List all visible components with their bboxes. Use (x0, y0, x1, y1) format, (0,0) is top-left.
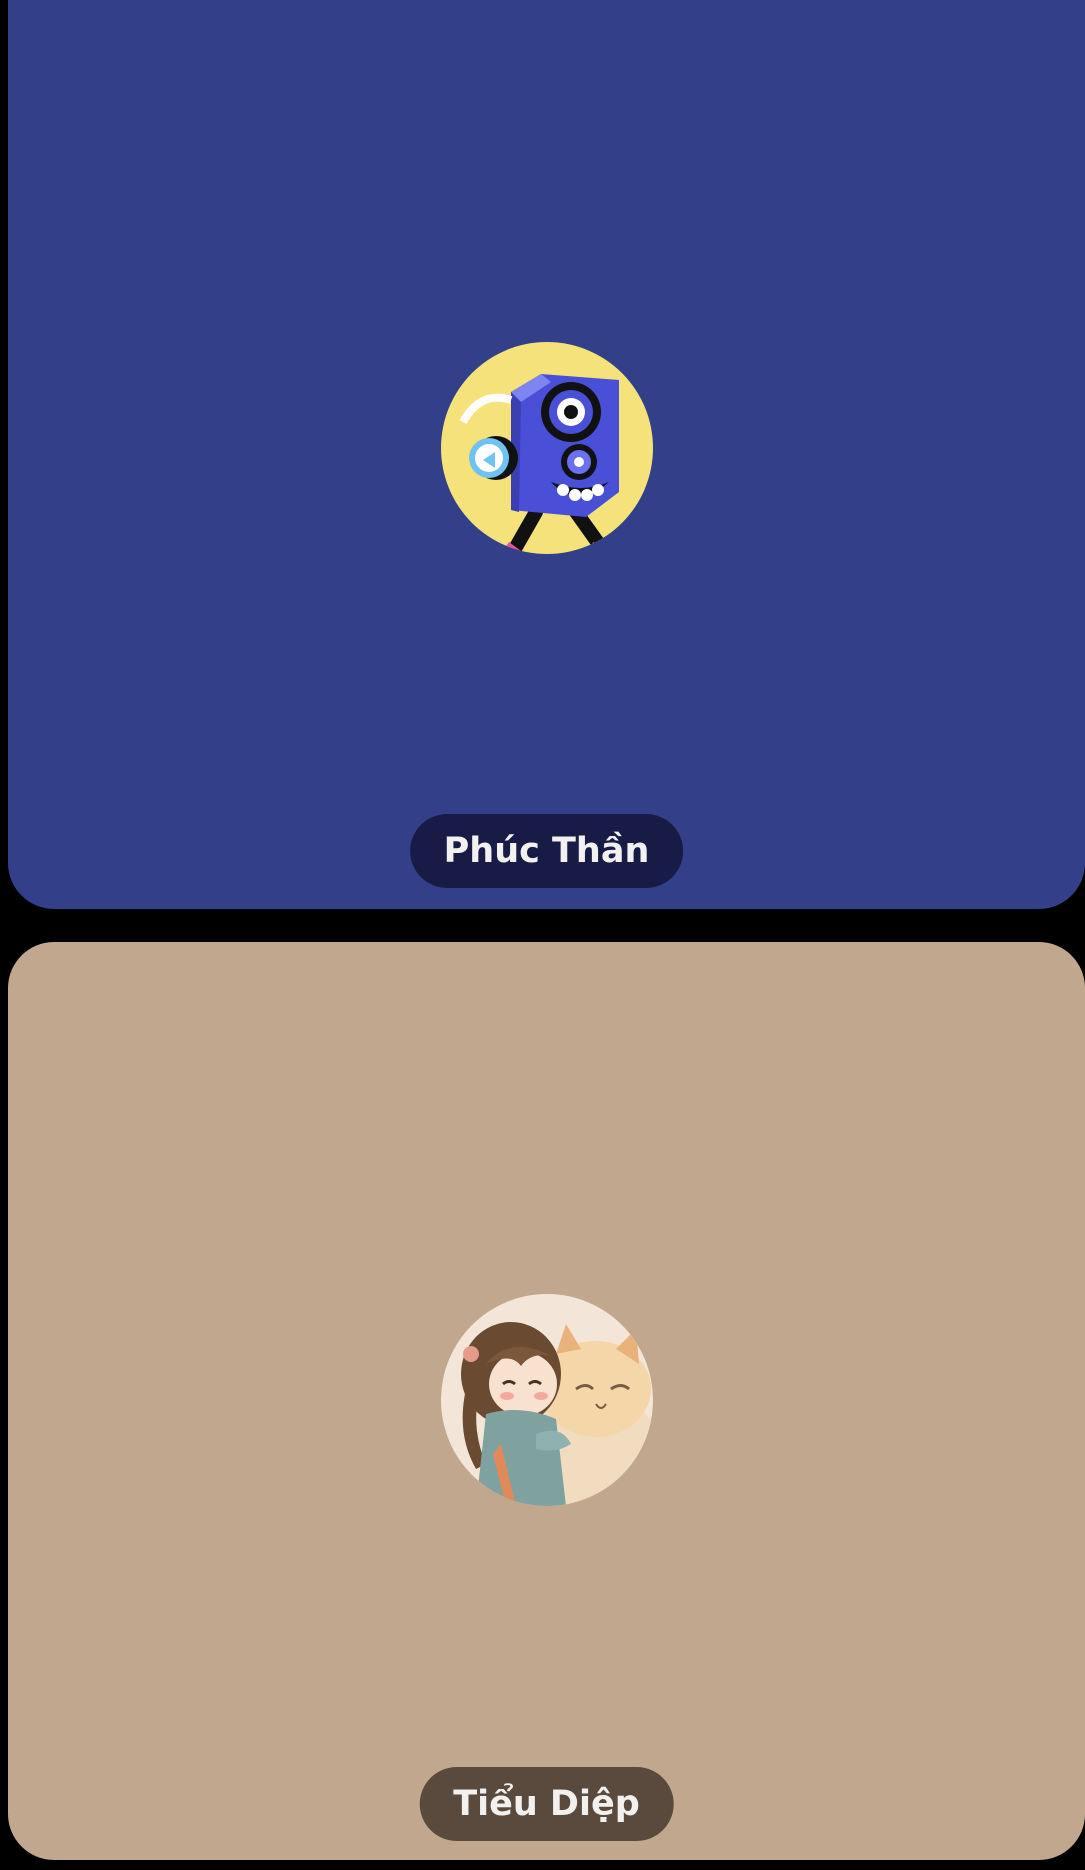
participant-name-label: Phúc Thần (409, 814, 684, 888)
participant-tile-tieu-diep[interactable]: Tiểu Diệp (8, 942, 1085, 1860)
participant-name-label: Tiểu Diệp (419, 1767, 674, 1841)
avatar (441, 342, 653, 554)
participant-tile-phuc-than[interactable]: Phúc Thần (8, 0, 1085, 909)
avatar (441, 1294, 653, 1506)
girl-hugging-cat-icon (441, 1294, 653, 1506)
speaker-mascot-icon (441, 342, 653, 554)
